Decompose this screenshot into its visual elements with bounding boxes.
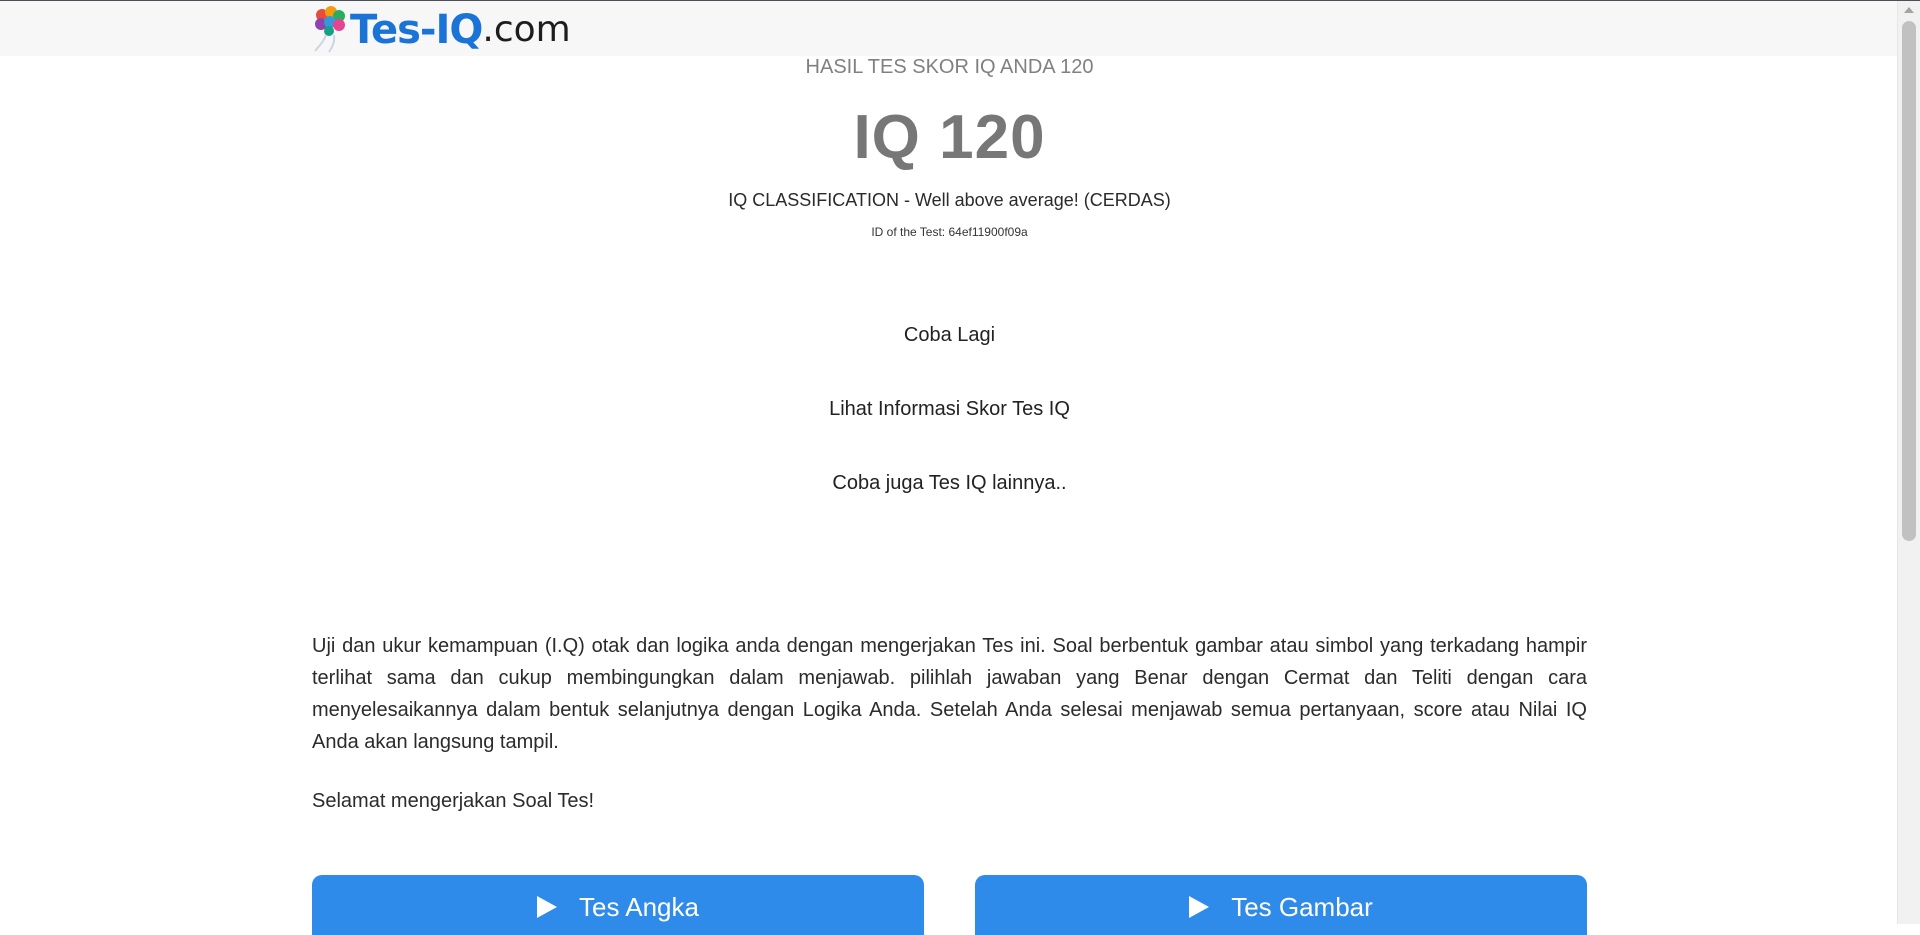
scrollbar-thumb[interactable] bbox=[1902, 21, 1916, 541]
iq-classification: IQ CLASSIFICATION - Well above average! … bbox=[728, 190, 1171, 210]
play-icon bbox=[1189, 896, 1210, 918]
numbers-test-button[interactable]: Tes Angka bbox=[312, 875, 924, 935]
play-icon bbox=[537, 896, 557, 918]
scroll-up-arrow-icon[interactable] bbox=[1904, 7, 1914, 13]
iq-score: IQ 120 bbox=[853, 103, 1046, 172]
brain-logo-icon bbox=[314, 6, 345, 53]
test-description: Uji dan ukur kemampuan (I.Q) otak dan lo… bbox=[312, 635, 1587, 753]
pictures-test-label: Tes Gambar bbox=[1231, 892, 1373, 922]
greeting-text: Selamat mengerjakan Soal Tes! bbox=[312, 790, 595, 812]
score-info-link[interactable]: Lihat Informasi Skor Tes IQ bbox=[312, 398, 1587, 421]
retry-link[interactable]: Coba Lagi bbox=[312, 324, 1587, 347]
pictures-test-button[interactable]: Tes Gambar bbox=[975, 875, 1587, 935]
other-tests-link[interactable]: Coba juga Tes IQ lainnya.. bbox=[312, 472, 1587, 495]
logo-wordmark: Tes-IQ bbox=[350, 7, 483, 53]
result-heading: HASIL TES SKOR IQ ANDA 120 bbox=[805, 56, 1094, 78]
site-logo[interactable]: Tes-IQ .com bbox=[312, 3, 571, 53]
site-header: Tes-IQ .com bbox=[0, 1, 1898, 56]
logo-domain-suffix: .com bbox=[482, 9, 571, 50]
numbers-test-label: Tes Angka bbox=[579, 892, 699, 922]
vertical-scrollbar[interactable] bbox=[1897, 1, 1920, 924]
test-id: ID of the Test: 64ef11900f09a bbox=[871, 225, 1028, 239]
